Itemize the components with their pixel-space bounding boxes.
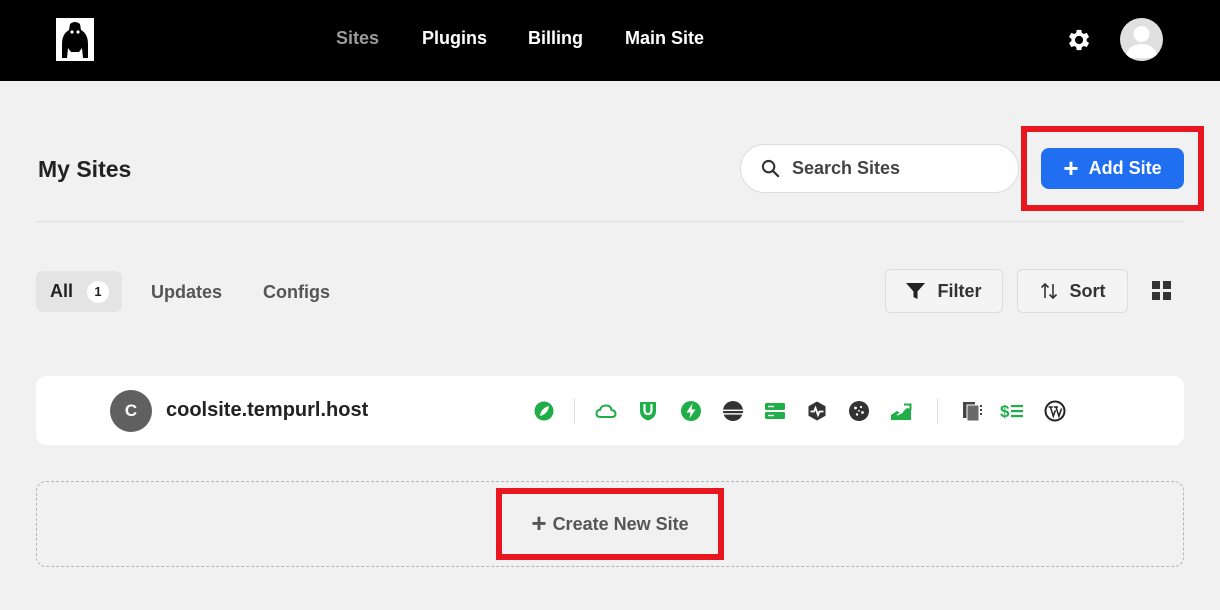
page-title: My Sites bbox=[38, 156, 132, 182]
top-navbar: Sites Plugins Billing Main Site bbox=[0, 0, 1220, 81]
user-avatar-icon[interactable] bbox=[1120, 18, 1163, 61]
chart-growth-icon[interactable] bbox=[890, 400, 912, 422]
database-icon[interactable] bbox=[722, 400, 744, 422]
plus-icon: + bbox=[531, 508, 547, 538]
magnet-shield-icon[interactable] bbox=[637, 400, 659, 422]
wordpress-icon[interactable] bbox=[1044, 400, 1066, 422]
filter-label: Filter bbox=[937, 280, 982, 301]
nav-sites[interactable]: Sites bbox=[336, 28, 379, 49]
svg-text:$: $ bbox=[1000, 402, 1010, 421]
tab-configs[interactable]: Configs bbox=[263, 282, 330, 303]
documents-icon[interactable] bbox=[961, 400, 983, 422]
add-site-label: Add Site bbox=[1088, 158, 1162, 178]
create-new-site-label: Create New Site bbox=[552, 513, 689, 534]
cookie-icon[interactable] bbox=[848, 400, 870, 422]
grid-view-icon[interactable] bbox=[1152, 281, 1171, 300]
add-site-button[interactable]: + Add Site bbox=[1041, 148, 1184, 189]
tab-updates[interactable]: Updates bbox=[151, 282, 222, 303]
leaf-icon[interactable] bbox=[533, 400, 555, 422]
create-new-site-button[interactable]: + Create New Site bbox=[506, 498, 714, 550]
tab-all-label: All bbox=[50, 281, 74, 301]
filter-icon bbox=[906, 282, 926, 299]
plus-icon: + bbox=[1063, 152, 1079, 183]
site-row[interactable]: C coolsite.tempurl.host $ bbox=[36, 376, 1184, 445]
icon-separator bbox=[937, 398, 938, 424]
site-avatar: C bbox=[110, 390, 152, 432]
tab-all[interactable]: All 1 bbox=[36, 271, 122, 312]
nav-plugins[interactable]: Plugins bbox=[422, 28, 487, 49]
heartbeat-icon[interactable] bbox=[806, 400, 828, 422]
cloud-icon[interactable] bbox=[595, 400, 617, 422]
sort-icon bbox=[1040, 282, 1057, 300]
header-divider bbox=[36, 221, 1184, 222]
nav-main-site[interactable]: Main Site bbox=[625, 28, 704, 49]
filter-button[interactable]: Filter bbox=[885, 269, 1003, 313]
dollar-list-icon[interactable]: $ bbox=[1000, 400, 1024, 422]
nav-billing[interactable]: Billing bbox=[528, 28, 583, 49]
icon-separator bbox=[574, 398, 575, 424]
sort-button[interactable]: Sort bbox=[1017, 269, 1128, 313]
bolt-icon[interactable] bbox=[680, 400, 702, 422]
search-input[interactable] bbox=[792, 158, 992, 179]
search-box[interactable] bbox=[740, 144, 1019, 193]
sort-label: Sort bbox=[1069, 280, 1106, 301]
site-name-link[interactable]: coolsite.tempurl.host bbox=[166, 399, 368, 422]
count-badge: 1 bbox=[87, 280, 110, 303]
server-icon[interactable] bbox=[764, 400, 786, 422]
gear-icon[interactable] bbox=[1064, 26, 1092, 54]
search-icon bbox=[761, 159, 780, 178]
gorilla-logo-icon[interactable] bbox=[56, 18, 94, 61]
